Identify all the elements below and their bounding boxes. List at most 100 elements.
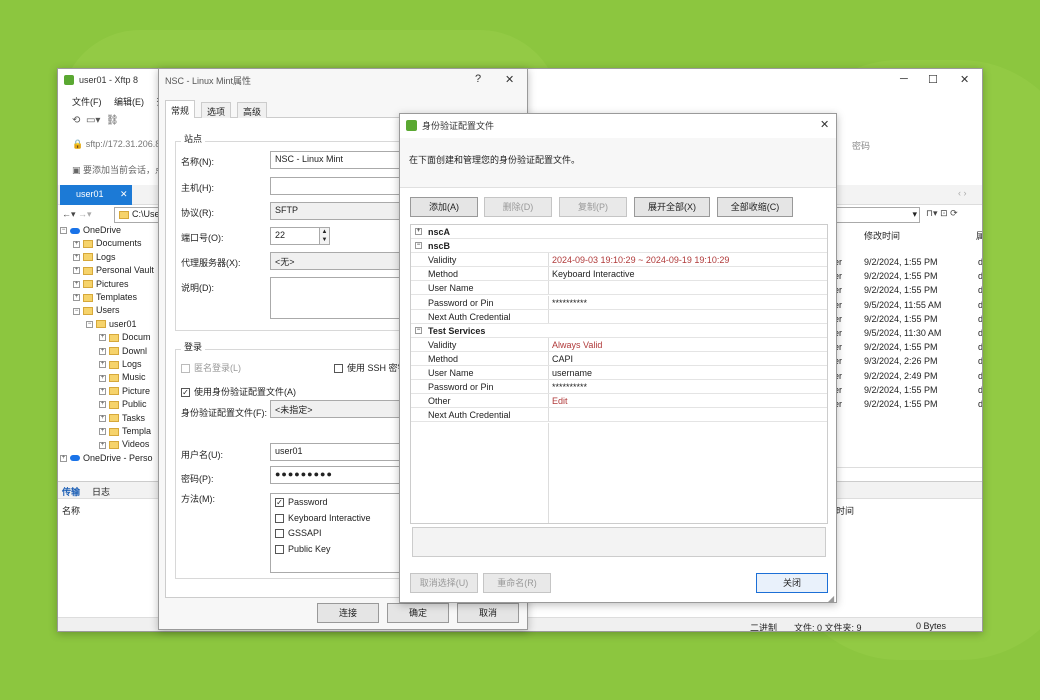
- property-value[interactable]: Edit: [552, 396, 568, 406]
- remote-row-time[interactable]: 9/2/2024, 1:55 PM: [864, 257, 938, 267]
- ssh-key-checkbox[interactable]: 使用 SSH 密钥: [334, 361, 407, 374]
- collapse-icon[interactable]: −: [60, 227, 67, 235]
- method-option[interactable]: GSSAPI: [275, 528, 322, 539]
- remote-row-time[interactable]: 9/2/2024, 2:49 PM: [864, 371, 938, 381]
- remote-row-perm[interactable]: dr: [978, 371, 982, 381]
- expand-icon[interactable]: +: [99, 361, 106, 369]
- method-option[interactable]: Keyboard Interactive: [275, 513, 371, 523]
- expand-icon[interactable]: +: [99, 374, 106, 382]
- add-button[interactable]: 添加(A): [410, 197, 478, 217]
- remote-row-perm[interactable]: dr: [978, 385, 982, 395]
- property-row[interactable]: Password or Pin **********: [411, 295, 827, 310]
- remote-row-time[interactable]: 9/2/2024, 1:55 PM: [864, 271, 938, 281]
- property-row[interactable]: Validity 2024-09-03 19:10:29 ~ 2024-09-19…: [411, 253, 827, 268]
- tab-general[interactable]: 常规: [165, 100, 196, 119]
- anonymous-login-checkbox[interactable]: 匿名登录(L): [181, 361, 241, 374]
- cancel-button[interactable]: 取消: [457, 603, 519, 623]
- bookmark-icon[interactable]: ⊓▾: [926, 208, 938, 218]
- open-folder-icon[interactable]: ▭▾: [86, 115, 100, 126]
- host-input[interactable]: [270, 177, 410, 195]
- use-profile-checkbox[interactable]: ✓ 使用身份验证配置文件(A): [181, 385, 296, 398]
- expand-icon[interactable]: +: [73, 240, 80, 248]
- tree-item[interactable]: + Tasks: [99, 413, 145, 423]
- remote-row-time[interactable]: 9/2/2024, 1:55 PM: [864, 385, 938, 395]
- remote-row-perm[interactable]: dr: [978, 314, 982, 324]
- remote-row-time[interactable]: 9/3/2024, 2:26 PM: [864, 356, 938, 366]
- minimize-icon[interactable]: ─: [900, 73, 908, 85]
- expand-icon[interactable]: +: [99, 347, 106, 355]
- remote-row-perm[interactable]: dr: [978, 300, 982, 310]
- method-option[interactable]: Public Key: [275, 544, 331, 554]
- new-session-icon[interactable]: ⟲: [72, 115, 80, 126]
- protocol-select[interactable]: SFTP: [270, 202, 410, 220]
- expand-icon[interactable]: +: [415, 228, 422, 235]
- local-path-input[interactable]: C:\Use: [114, 207, 164, 223]
- maximize-icon[interactable]: ☐: [928, 73, 938, 86]
- address-bar[interactable]: 🔒 sftp://172.31.206.8: [72, 139, 160, 150]
- property-row[interactable]: User Name: [411, 281, 827, 296]
- refresh-icon[interactable]: ⟳: [950, 208, 958, 218]
- help-icon[interactable]: ?: [475, 73, 481, 85]
- collapse-icon[interactable]: −: [86, 320, 93, 328]
- tree-item[interactable]: + Music: [99, 372, 146, 382]
- tree-item[interactable]: + Downl: [99, 346, 147, 356]
- remote-row-perm[interactable]: dr: [978, 356, 982, 366]
- forward-icon[interactable]: →▾: [78, 209, 92, 219]
- tree-item[interactable]: − OneDrive: [60, 225, 121, 235]
- remote-row-time[interactable]: 9/2/2024, 1:55 PM: [864, 399, 938, 409]
- remote-hscroll[interactable]: [830, 467, 982, 473]
- name-input[interactable]: NSC - Linux Mint: [270, 151, 410, 169]
- close-tab-icon[interactable]: ✕: [120, 189, 128, 199]
- back-icon[interactable]: ←▾: [62, 209, 76, 219]
- remote-path-input[interactable]: ▾: [834, 207, 920, 223]
- profile-row[interactable]: − Test Services: [411, 324, 827, 338]
- upload-icon[interactable]: ⊡: [940, 208, 948, 218]
- expand-icon[interactable]: +: [99, 414, 106, 422]
- tree-item[interactable]: + Documents: [73, 238, 142, 248]
- resize-grip-icon[interactable]: ◢: [828, 594, 834, 602]
- copy-button[interactable]: 复制(P): [559, 197, 627, 217]
- link-icon[interactable]: ⛓: [106, 115, 119, 126]
- expand-icon[interactable]: +: [99, 387, 106, 395]
- remote-row-perm[interactable]: dr: [978, 342, 982, 352]
- remote-row-time[interactable]: 9/5/2024, 11:30 AM: [864, 328, 941, 338]
- expand-icon[interactable]: +: [60, 454, 67, 462]
- close-button[interactable]: 关闭: [756, 573, 828, 593]
- profile-row[interactable]: − nscB: [411, 239, 827, 254]
- proxy-select[interactable]: <无>: [270, 252, 410, 270]
- property-row[interactable]: Next Auth Credential: [411, 408, 827, 423]
- tree-item[interactable]: + Pictures: [73, 279, 129, 289]
- expand-icon[interactable]: +: [99, 441, 106, 449]
- tree-item[interactable]: + Videos: [99, 439, 149, 449]
- profile-row[interactable]: + nscA: [411, 225, 827, 239]
- remote-row-time[interactable]: 9/2/2024, 1:55 PM: [864, 342, 938, 352]
- close-icon[interactable]: ✕: [820, 118, 829, 131]
- tree-item[interactable]: + Picture: [99, 386, 150, 396]
- expand-icon[interactable]: +: [73, 280, 80, 288]
- tree-item[interactable]: + Docum: [99, 332, 151, 342]
- collapse-icon[interactable]: −: [415, 326, 422, 334]
- property-row[interactable]: Next Auth Credential: [411, 309, 827, 324]
- tab-transfer[interactable]: 传输: [62, 485, 80, 498]
- property-row[interactable]: Method CAPI: [411, 351, 827, 366]
- expand-icon[interactable]: +: [73, 267, 80, 275]
- delete-button[interactable]: 删除(D): [484, 197, 552, 217]
- tree-item[interactable]: + Templates: [73, 292, 137, 302]
- tab-log[interactable]: 日志: [92, 485, 110, 498]
- close-icon[interactable]: ✕: [960, 73, 969, 86]
- method-option[interactable]: ✓ Password: [275, 497, 328, 508]
- remote-row-time[interactable]: 9/5/2024, 11:55 AM: [864, 300, 941, 310]
- remote-row-perm[interactable]: dr: [978, 271, 982, 281]
- property-row[interactable]: Method Keyboard Interactive: [411, 267, 827, 282]
- collapse-icon[interactable]: −: [415, 242, 422, 250]
- menu-edit[interactable]: 编辑(E): [114, 97, 144, 107]
- close-icon[interactable]: ✕: [505, 73, 514, 86]
- port-input[interactable]: 22: [270, 227, 320, 245]
- tree-item[interactable]: − user01: [86, 319, 137, 329]
- tree-item[interactable]: + Public: [99, 399, 147, 409]
- connect-button[interactable]: 连接: [317, 603, 379, 623]
- expand-icon[interactable]: +: [99, 428, 106, 436]
- property-row[interactable]: Password or Pin **********: [411, 380, 827, 395]
- tree-item[interactable]: + Logs: [73, 252, 116, 262]
- remote-row-perm[interactable]: dr: [978, 328, 982, 338]
